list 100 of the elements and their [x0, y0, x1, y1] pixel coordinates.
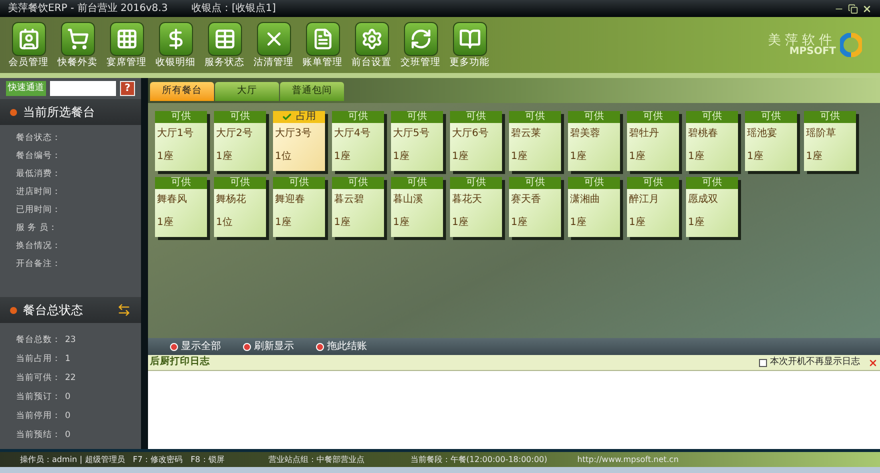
grid-icon	[116, 28, 138, 50]
table-tile[interactable]: 可供 愿成双 1座	[686, 177, 738, 237]
table-seats: 1座	[568, 218, 620, 228]
restore-icon[interactable]	[848, 4, 858, 14]
table-status: 可供	[391, 111, 443, 123]
table-name: 碧牡丹	[628, 129, 660, 139]
table-tile[interactable]: 可供 大厅5号 1座	[391, 111, 443, 171]
table-seats: 1座	[391, 218, 443, 228]
table-name: 碧云莱	[510, 129, 542, 139]
table-tile[interactable]: 可供 大厅1号 1座	[155, 111, 207, 171]
action-button[interactable]: 拖此结账	[316, 339, 367, 354]
bullet-icon	[243, 342, 251, 350]
table-tile[interactable]: 可供 碧美蓉 1座	[568, 111, 620, 171]
stat-label: 当前可供：	[16, 372, 61, 384]
table-seats: 1座	[568, 152, 620, 162]
table-seats: 1座	[332, 218, 384, 228]
table-tile[interactable]: 可供 瑶阶草 1座	[804, 111, 856, 171]
table-status: 可供	[155, 111, 207, 123]
stat-label: 餐台总数：	[16, 334, 61, 346]
stat-value: 1	[65, 352, 70, 366]
stat-value: 0	[65, 390, 70, 404]
table-icon	[214, 28, 236, 50]
table-name: 大厅6号	[451, 129, 490, 139]
bullet-icon	[10, 306, 17, 314]
swap-icon[interactable]	[117, 303, 131, 317]
table-name: 舞杨花	[215, 195, 247, 205]
refresh-icon	[410, 28, 432, 50]
hide-log-option[interactable]: 本次开机不再显示日志	[759, 356, 860, 370]
table-name: 醉江月	[628, 195, 660, 205]
table-tile[interactable]: 可供 舞春风 1座	[155, 177, 207, 237]
logo-icon	[840, 33, 862, 57]
table-seats: 1座	[509, 152, 561, 162]
action-button[interactable]: 显示全部	[170, 339, 221, 354]
table-name: 赛天香	[510, 195, 542, 205]
id-card-icon	[18, 28, 40, 50]
table-status: 可供	[155, 177, 207, 189]
table-tile[interactable]: 可供 潇湘曲 1座	[568, 177, 620, 237]
table-tile[interactable]: 可供 大厅2号 1座	[214, 111, 266, 171]
table-name: 大厅3号	[274, 129, 312, 139]
table-status: 可供	[450, 177, 502, 189]
table-name: 潇湘曲	[569, 195, 601, 205]
status-text: http://www.mpsoft.net.cn	[577, 454, 679, 466]
table-name: 暮山溪	[392, 195, 424, 205]
table-seats: 1座	[273, 218, 325, 228]
table-status: 可供	[214, 111, 266, 123]
table-status: 可供	[450, 111, 502, 123]
document-icon	[312, 28, 334, 50]
status-text: 操作员：admin | 超级管理员	[20, 454, 125, 466]
table-name: 大厅1号	[156, 129, 194, 139]
table-tile[interactable]: 可供 碧云莱 1座	[509, 111, 561, 171]
section-title: 当前所选餐台	[23, 104, 95, 121]
cart-icon	[66, 28, 88, 50]
field-label: 餐台状态：	[16, 132, 62, 145]
table-name: 大厅4号	[333, 129, 372, 139]
table-tile[interactable]: 可供 大厅6号 1座	[450, 111, 502, 171]
table-name: 碧桃春	[687, 129, 719, 139]
action-button[interactable]: 刷新显示	[243, 339, 294, 354]
table-status: 可供	[332, 111, 384, 123]
quick-channel-input[interactable]	[50, 81, 116, 96]
table-tile[interactable]: 可供 碧牡丹 1座	[627, 111, 679, 171]
table-seats: 1座	[804, 152, 856, 162]
field-label: 最低消费：	[16, 168, 62, 181]
table-seats: 1座	[686, 218, 738, 228]
stat-label: 当前停用：	[16, 410, 61, 422]
table-tile[interactable]: 可供 舞迎春 1座	[273, 177, 325, 237]
stat-value: 0	[65, 410, 70, 422]
cashier-point: 收银点：[收银点1]	[192, 2, 276, 16]
tab[interactable]: 普通包间	[280, 82, 344, 101]
table-tile[interactable]: 可供 舞杨花 1位	[214, 177, 266, 237]
tab[interactable]: 大厅	[215, 82, 279, 101]
table-tile[interactable]: 可供 大厅4号 1座	[332, 111, 384, 171]
bullet-icon	[316, 342, 324, 350]
table-tile[interactable]: 可供 暮山溪 1座	[391, 177, 443, 237]
tab[interactable]: 所有餐台	[150, 82, 214, 101]
table-tile[interactable]: 可供 暮云碧 1座	[332, 177, 384, 237]
table-tile[interactable]: 可供 暮花天 1座	[450, 177, 502, 237]
table-tile[interactable]: 可供 赛天香 1座	[509, 177, 561, 237]
table-status: 可供	[804, 111, 856, 123]
log-title: 后厨打印日志	[150, 355, 210, 370]
table-name: 舞迎春	[274, 195, 306, 205]
table-seats: 1座	[745, 152, 797, 162]
table-tile[interactable]: 可供 碧桃春 1座	[686, 111, 738, 171]
table-status: 可供	[568, 177, 620, 189]
help-button[interactable]: ?	[120, 81, 135, 96]
table-status: 可供	[332, 177, 384, 189]
table-tile[interactable]: 占用 大厅3号 1位	[273, 111, 325, 171]
table-tile[interactable]: 可供 瑶池宴 1座	[745, 111, 797, 171]
field-label: 开台备注：	[16, 258, 62, 271]
table-name: 瑶阶草	[805, 129, 837, 139]
settings-icon	[360, 28, 382, 50]
table-name: 愿成双	[687, 195, 719, 205]
checkbox[interactable]	[759, 358, 767, 366]
table-name: 大厅2号	[215, 129, 254, 139]
table-seats: 1座	[450, 218, 502, 228]
table-seats: 1座	[332, 152, 384, 162]
table-name: 瑶池宴	[746, 129, 778, 139]
table-status: 可供	[273, 177, 325, 189]
table-seats: 1座	[155, 152, 207, 162]
table-tile[interactable]: 可供 醉江月 1座	[627, 177, 679, 237]
table-status: 可供	[745, 111, 797, 123]
